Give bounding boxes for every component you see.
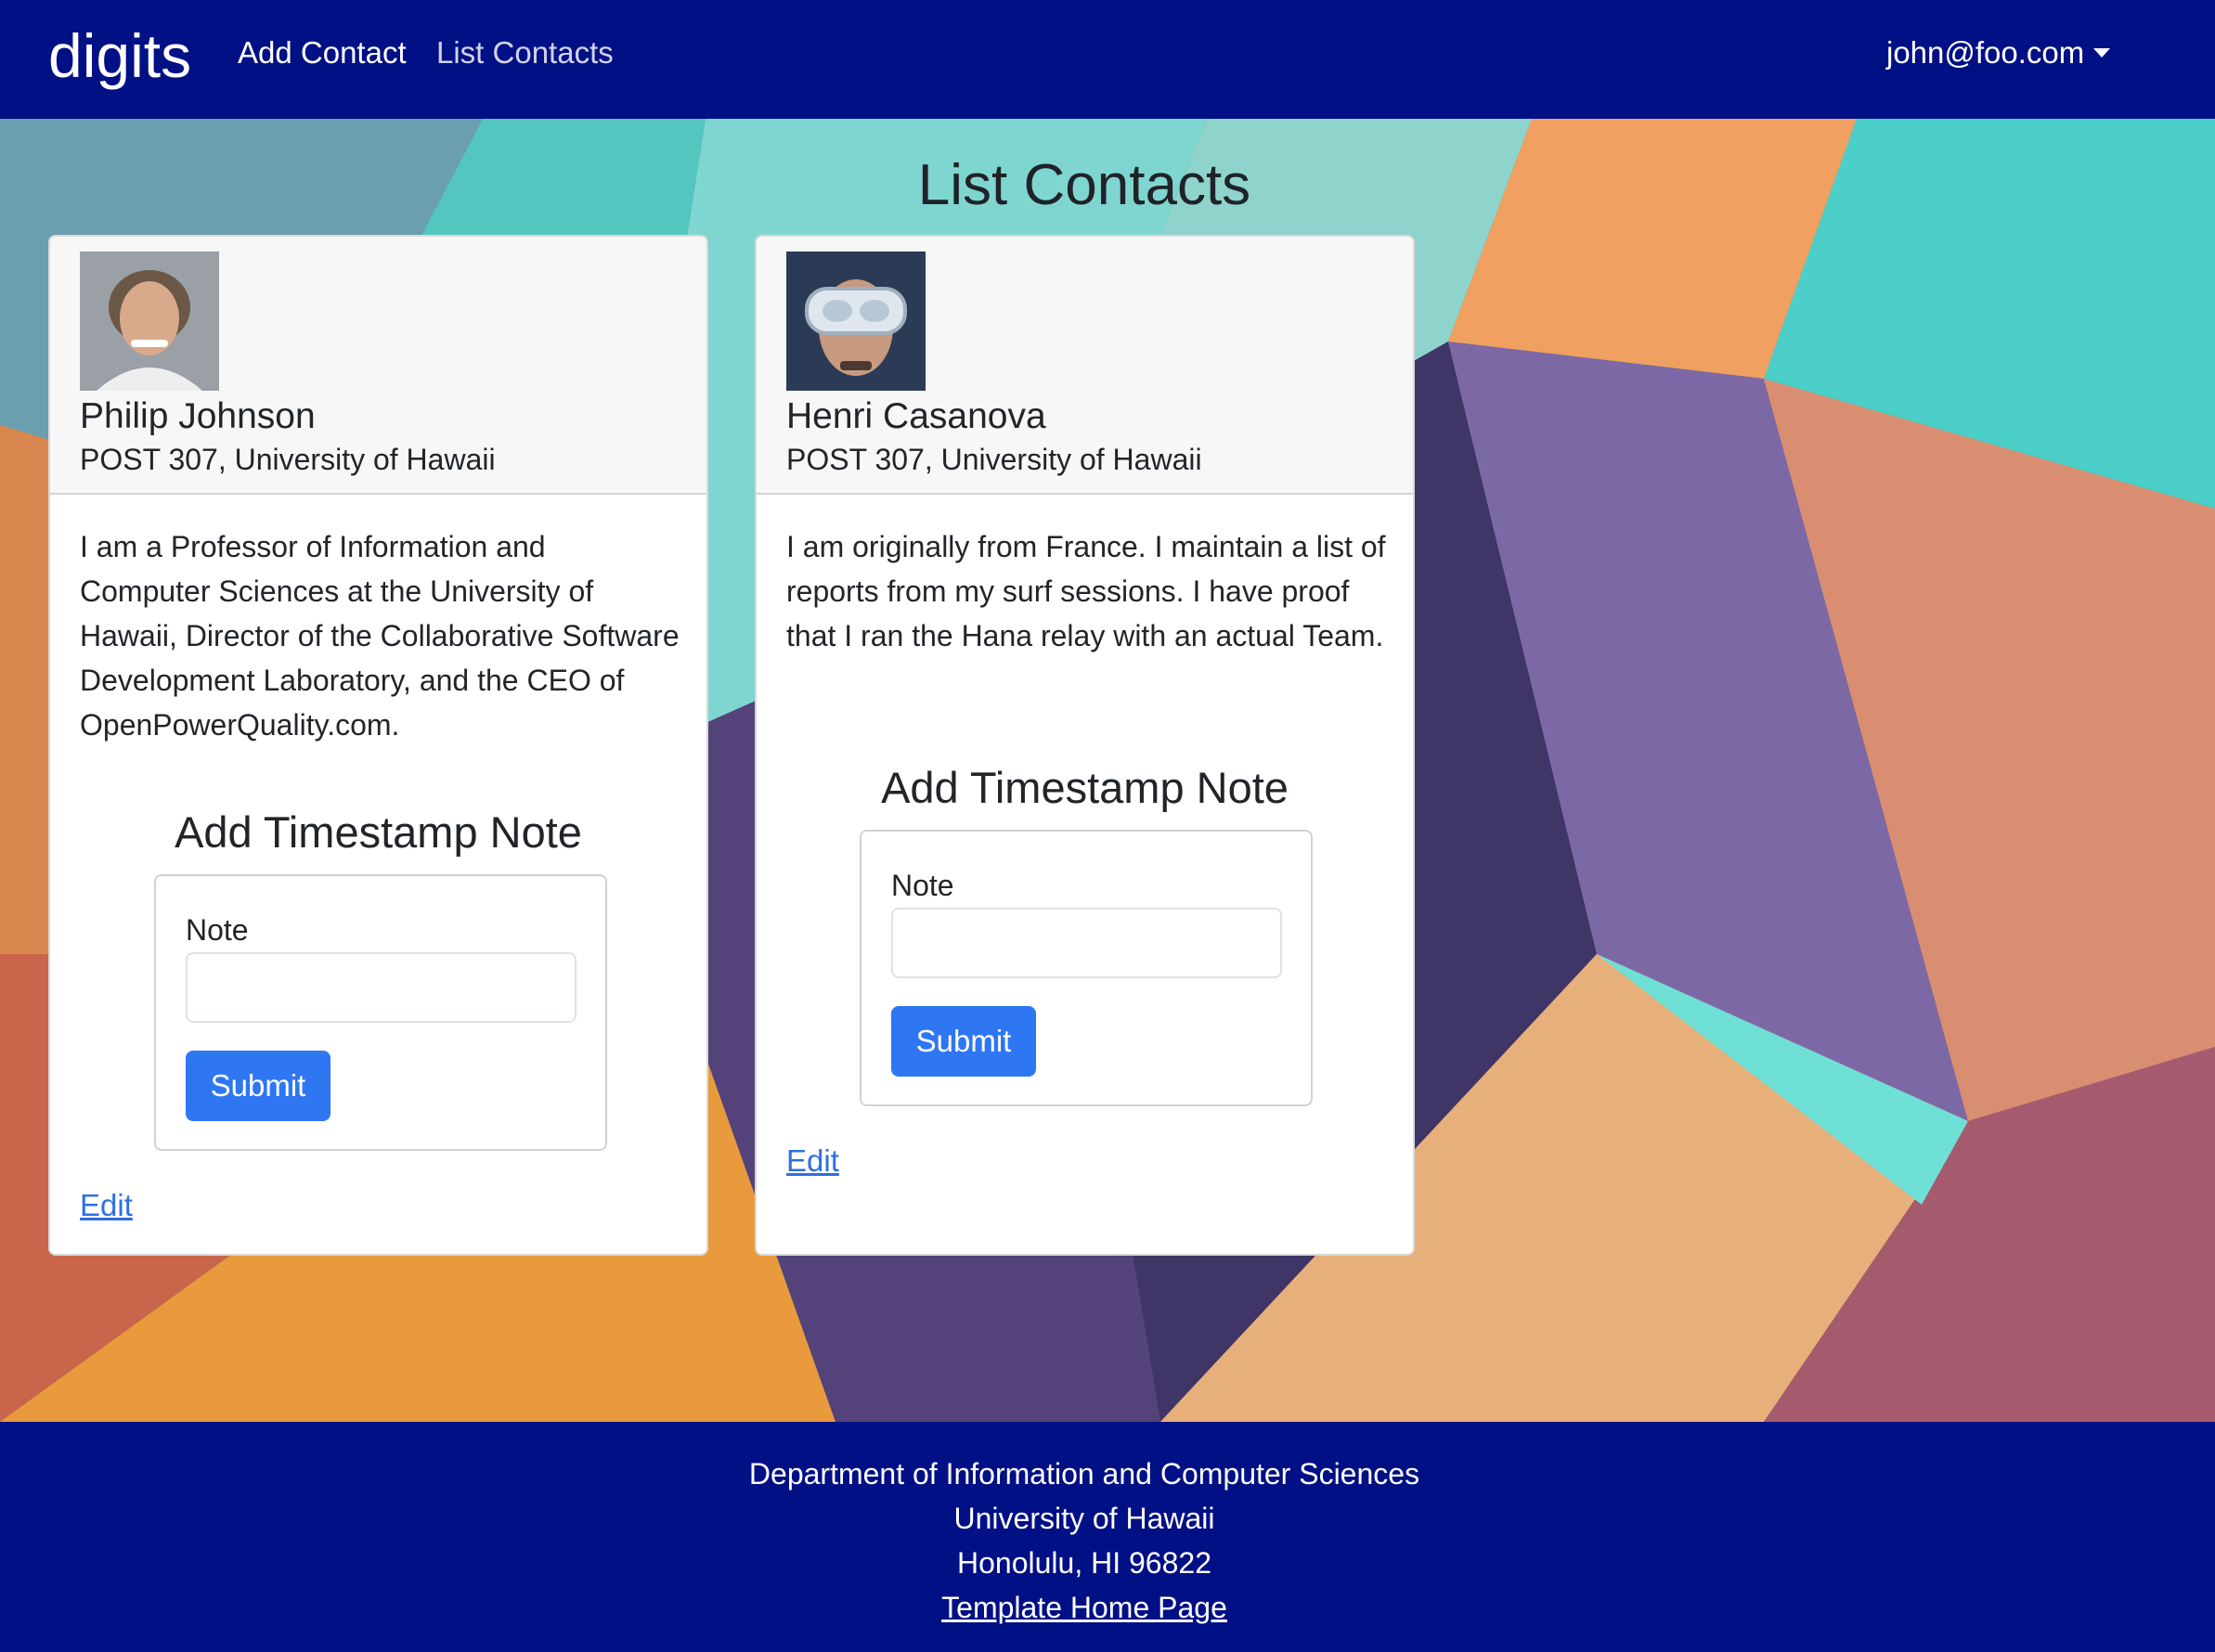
note-form: Note Submit	[154, 874, 607, 1151]
template-home-link[interactable]: Template Home Page	[941, 1591, 1227, 1624]
nav-add-contact[interactable]: Add Contact	[238, 28, 407, 78]
contact-location: POST 307, University of Hawaii	[80, 443, 496, 476]
contact-card: Philip Johnson POST 307, University of H…	[48, 235, 708, 1256]
avatar	[80, 252, 219, 391]
nav-list-contacts[interactable]: List Contacts	[436, 28, 614, 78]
note-input[interactable]	[891, 908, 1282, 978]
note-label: Note	[891, 869, 954, 902]
submit-button[interactable]: Submit	[186, 1051, 330, 1121]
avatar	[786, 252, 926, 391]
user-dropdown[interactable]: john@foo.com	[1886, 28, 2111, 78]
page-title: List Contacts	[917, 153, 1251, 217]
top-navbar: digits Add Contact List Contacts john@fo…	[0, 0, 2215, 119]
contact-location: POST 307, University of Hawaii	[786, 443, 1202, 476]
contact-description: I am originally from France. I maintain …	[786, 530, 1386, 652]
note-label: Note	[186, 913, 249, 947]
contact-name: Henri Casanova	[786, 396, 1046, 436]
contact-description: I am a Professor of Information and Comp…	[80, 530, 680, 742]
note-form-title: Add Timestamp Note	[175, 807, 582, 857]
footer-university: University of Hawaii	[953, 1502, 1215, 1535]
avatar-portrait-image	[786, 252, 926, 391]
contact-card: Henri Casanova POST 307, University of H…	[755, 235, 1415, 1256]
footer-address: Honolulu, HI 96822	[957, 1546, 1211, 1580]
card-header: Philip Johnson POST 307, University of H…	[50, 237, 706, 495]
card-header: Henri Casanova POST 307, University of H…	[757, 237, 1413, 495]
brand-logo-link[interactable]: digits	[48, 9, 191, 102]
submit-button[interactable]: Submit	[891, 1006, 1036, 1077]
edit-link[interactable]: Edit	[786, 1141, 839, 1181]
avatar-portrait-image	[80, 252, 219, 391]
contact-name: Philip Johnson	[80, 396, 316, 436]
user-email: john@foo.com	[1886, 35, 2085, 70]
footer-department: Department of Information and Computer S…	[748, 1457, 1420, 1491]
caret-down-icon	[2093, 48, 2111, 58]
footer: Department of Information and Computer S…	[0, 1422, 2215, 1652]
note-input[interactable]	[186, 952, 576, 1023]
note-form-title: Add Timestamp Note	[881, 763, 1289, 812]
footer-link-row: Template Home Page	[0, 1585, 2169, 1630]
note-form: Note Submit	[860, 830, 1313, 1106]
edit-link[interactable]: Edit	[80, 1185, 133, 1226]
